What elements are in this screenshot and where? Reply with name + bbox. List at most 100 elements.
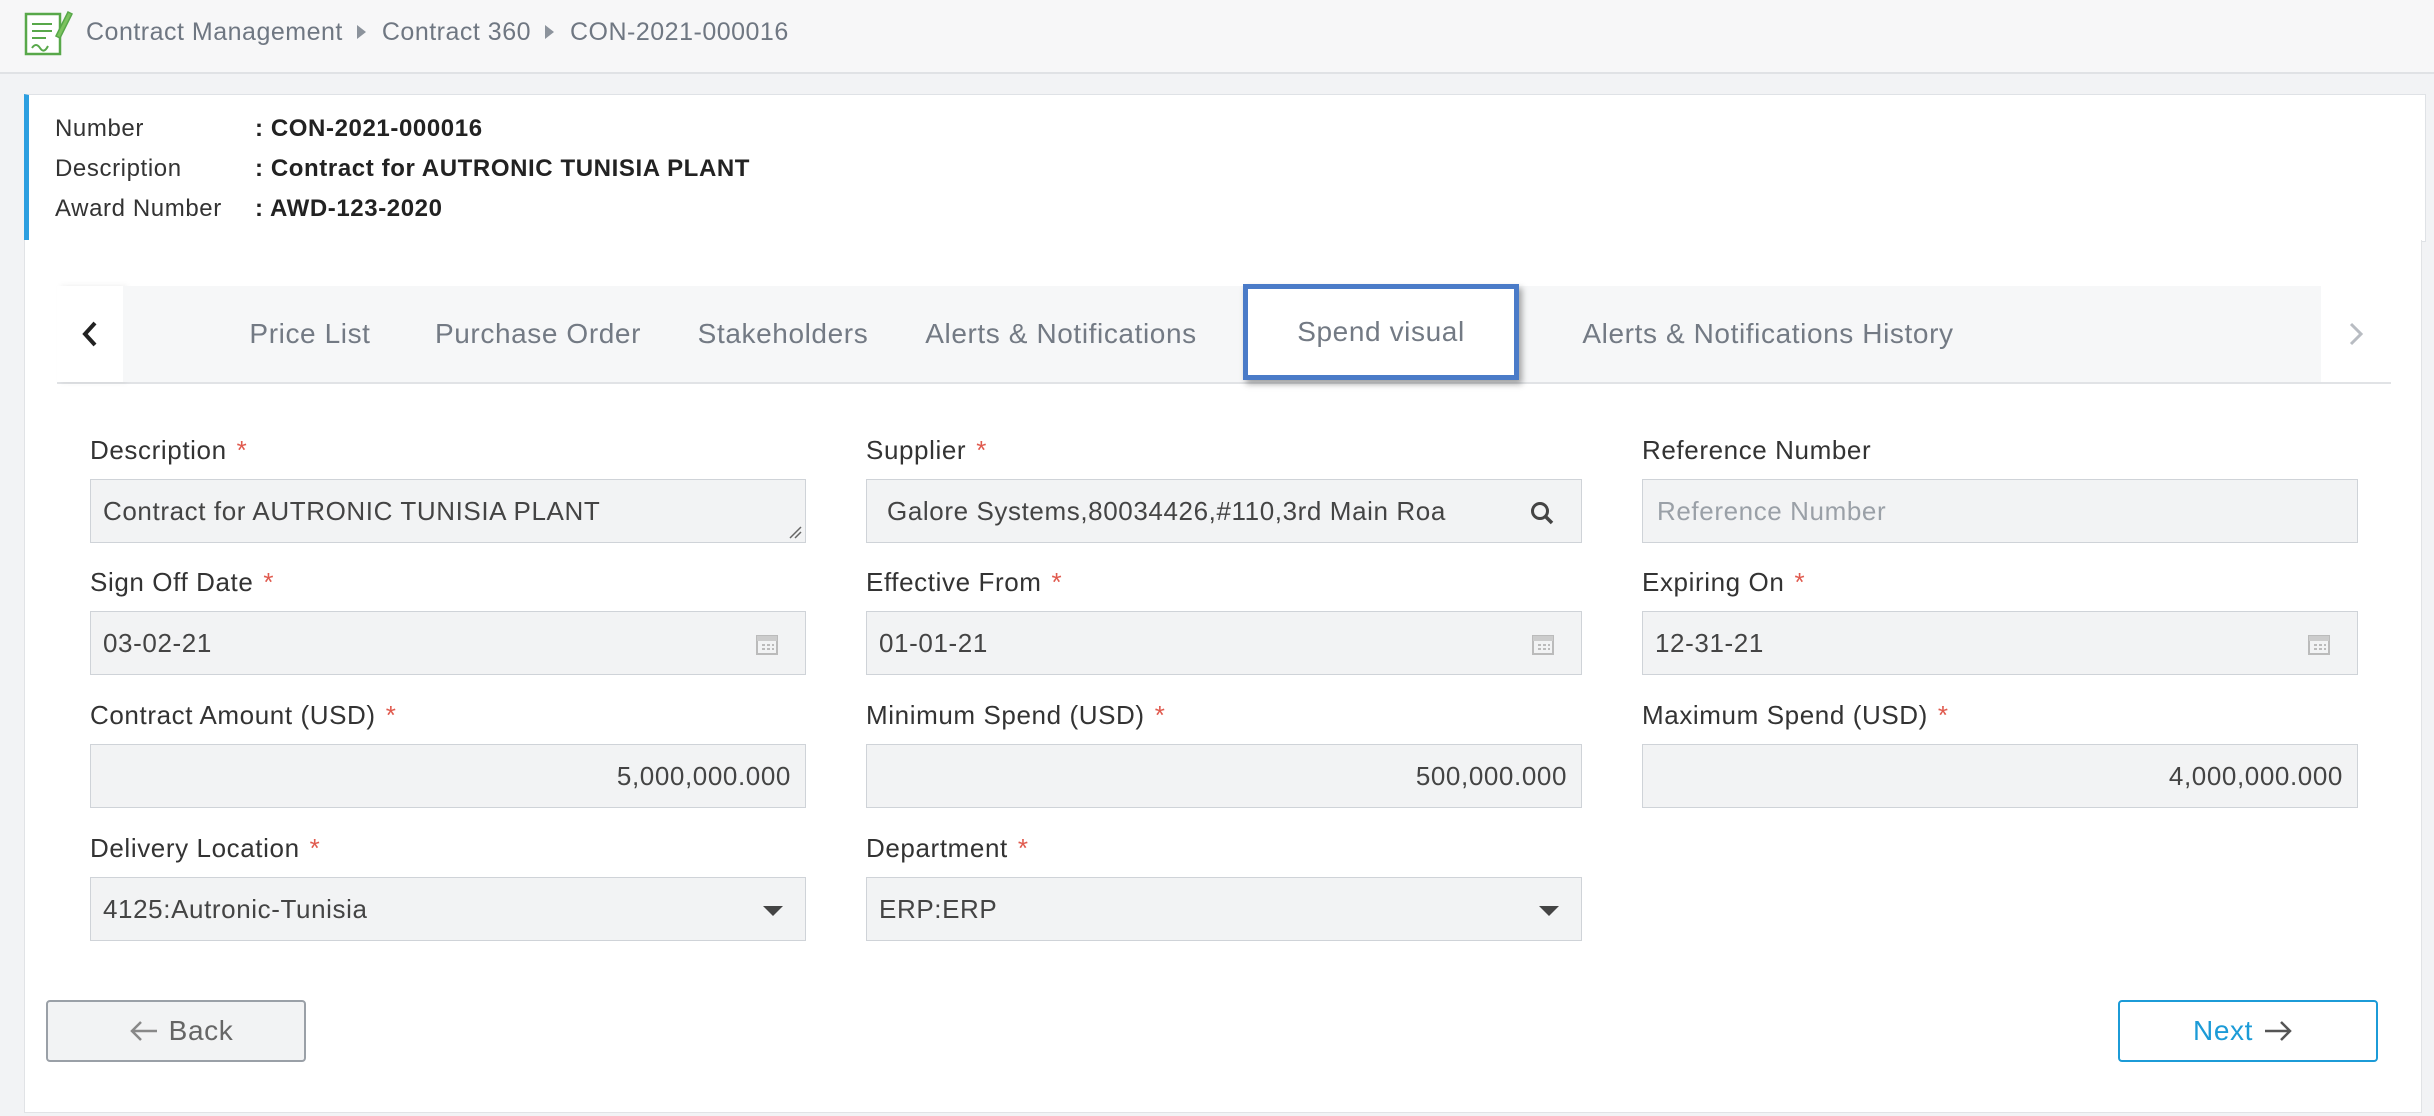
reference-number-input[interactable]: Reference Number [1642, 479, 2358, 543]
arrow-right-icon [2264, 1021, 2292, 1041]
dropdown-caret-icon[interactable] [763, 906, 783, 916]
tab-bar: Price List Purchase Order Stakeholders A… [57, 284, 2391, 384]
calendar-icon[interactable] [2307, 632, 2331, 656]
required-asterisk: * [385, 700, 397, 730]
search-icon[interactable] [1529, 500, 1555, 526]
sign-off-date-label: Sign Off Date * [90, 567, 806, 601]
description-label-text: Description [90, 435, 227, 465]
description-textarea[interactable]: Contract for AUTRONIC TUNISIA PLANT [90, 479, 806, 543]
minimum-spend-label: Minimum Spend (USD) * [866, 700, 1582, 734]
maximum-spend-label-text: Maximum Spend (USD) [1642, 700, 1928, 730]
effective-from-label: Effective From * [866, 567, 1582, 601]
supplier-value: Galore Systems,80034426,#110,3rd Main Ro… [887, 495, 1446, 526]
department-label-text: Department [866, 833, 1008, 863]
contract-amount-field-group: Contract Amount (USD) * 5,000,000.000 [90, 700, 806, 808]
maximum-spend-input[interactable]: 4,000,000.000 [1642, 744, 2358, 808]
contract-amount-input[interactable]: 5,000,000.000 [90, 744, 806, 808]
contract-document-icon [24, 10, 74, 56]
expiring-on-label: Expiring On * [1642, 567, 2358, 601]
info-label-number: Number [55, 115, 144, 142]
sign-off-date-field-group: Sign Off Date * 03-02-21 [90, 567, 806, 675]
contract-amount-value: 5,000,000.000 [616, 760, 791, 791]
info-row-award-number: Award Number : AWD-123-2020 [55, 195, 443, 223]
breadcrumb-item-contract-management[interactable]: Contract Management [86, 18, 343, 47]
supplier-label: Supplier * [866, 435, 1582, 469]
back-button-label: Back [168, 1015, 234, 1046]
tab-scroll-left-button[interactable] [57, 286, 123, 382]
breadcrumb: Contract Management Contract 360 CON-202… [86, 0, 789, 64]
required-asterisk: * [236, 435, 248, 465]
delivery-location-select[interactable]: 4125:Autronic-Tunisia [90, 877, 806, 941]
department-value: ERP:ERP [879, 893, 998, 924]
maximum-spend-value: 4,000,000.000 [2168, 760, 2343, 791]
chevron-right-icon [2349, 322, 2364, 346]
expiring-on-value: 12-31-21 [1655, 627, 1764, 658]
minimum-spend-field-group: Minimum Spend (USD) * 500,000.000 [866, 700, 1582, 808]
supplier-field-group: Supplier * Galore Systems,80034426,#110,3… [866, 435, 1582, 543]
required-asterisk: * [1937, 700, 1949, 730]
dropdown-caret-icon[interactable] [1539, 906, 1559, 916]
tab-alerts-notifications-history[interactable]: Alerts & Notifications History [1533, 286, 2003, 382]
department-select[interactable]: ERP:ERP [866, 877, 1582, 941]
delivery-location-label: Delivery Location * [90, 833, 806, 867]
expiring-on-label-text: Expiring On [1642, 567, 1785, 597]
calendar-icon[interactable] [1531, 632, 1555, 656]
required-asterisk: * [309, 833, 321, 863]
maximum-spend-field-group: Maximum Spend (USD) * 4,000,000.000 [1642, 700, 2358, 808]
required-asterisk: * [1794, 567, 1806, 597]
contract-summary-card: Number : CON-2021-000016 Description : Con… [24, 94, 2426, 242]
breadcrumb-separator-icon [356, 25, 366, 39]
arrow-left-icon [129, 1021, 157, 1041]
supplier-label-text: Supplier [866, 435, 967, 465]
required-asterisk: * [976, 435, 987, 465]
info-label-description: Description [55, 155, 182, 182]
required-asterisk: * [1017, 833, 1029, 863]
reference-number-field-group: Reference Number Reference Number [1642, 435, 2358, 543]
info-value-award-number: : AWD-123-2020 [255, 195, 443, 222]
expiring-on-input[interactable]: 12-31-21 [1642, 611, 2358, 675]
tab-alerts-notifications[interactable]: Alerts & Notifications [903, 286, 1219, 382]
description-field-group: Description * Contract for AUTRONIC TUNIS… [90, 435, 806, 543]
tab-spend-visual[interactable]: Spend visual [1243, 284, 1519, 380]
required-asterisk: * [263, 567, 275, 597]
tab-purchase-order[interactable]: Purchase Order [413, 286, 663, 382]
sign-off-date-label-text: Sign Off Date [90, 567, 254, 597]
top-bar: Contract Management Contract 360 CON-202… [0, 0, 2434, 74]
minimum-spend-input[interactable]: 500,000.000 [866, 744, 1582, 808]
calendar-icon[interactable] [755, 632, 779, 656]
chevron-left-icon [82, 321, 97, 347]
info-row-number: Number : CON-2021-000016 [55, 115, 483, 143]
department-field-group: Department * ERP:ERP [866, 833, 1582, 941]
effective-from-label-text: Effective From [866, 567, 1042, 597]
delivery-location-label-text: Delivery Location [90, 833, 300, 863]
tab-price-list[interactable]: Price List [219, 286, 401, 382]
supplier-input[interactable]: Galore Systems,80034426,#110,3rd Main Ro… [866, 479, 1582, 543]
sign-off-date-input[interactable]: 03-02-21 [90, 611, 806, 675]
reference-number-label: Reference Number [1642, 435, 1872, 465]
tab-scroll-right-button[interactable] [2321, 286, 2391, 382]
department-label: Department * [866, 833, 1582, 867]
effective-from-value: 01-01-21 [879, 627, 988, 658]
info-value-number: : CON-2021-000016 [255, 115, 483, 142]
tab-strip: Price List Purchase Order Stakeholders A… [123, 284, 2321, 382]
info-label-award-number: Award Number [55, 195, 222, 222]
maximum-spend-label: Maximum Spend (USD) * [1642, 700, 2358, 734]
contract-amount-label: Contract Amount (USD) * [90, 700, 806, 734]
expiring-on-field-group: Expiring On * 12-31-21 [1642, 567, 2358, 675]
tab-stakeholders[interactable]: Stakeholders [675, 286, 891, 382]
breadcrumb-item-contract-360[interactable]: Contract 360 [382, 18, 531, 47]
reference-number-placeholder: Reference Number [1657, 495, 1887, 526]
next-button[interactable]: Next [2118, 1000, 2378, 1062]
effective-from-input[interactable]: 01-01-21 [866, 611, 1582, 675]
info-value-description: : Contract for AUTRONIC TUNISIA PLANT [255, 155, 751, 182]
info-row-description: Description : Contract for AUTRONIC TUNIS… [55, 155, 750, 183]
delivery-location-field-group: Delivery Location * 4125:Autronic-Tunisia [90, 833, 806, 941]
breadcrumb-separator-icon [545, 25, 554, 39]
minimum-spend-value: 500,000.000 [1415, 760, 1567, 791]
back-button[interactable]: Back [46, 1000, 306, 1062]
resize-grip-icon[interactable] [788, 525, 802, 539]
breadcrumb-item-contract-number: CON-2021-000016 [570, 17, 789, 46]
required-asterisk: * [1051, 567, 1063, 597]
contract-amount-label-text: Contract Amount (USD) [90, 700, 376, 730]
contract-form-panel: Price List Purchase Order Stakeholders A… [24, 240, 2422, 1113]
